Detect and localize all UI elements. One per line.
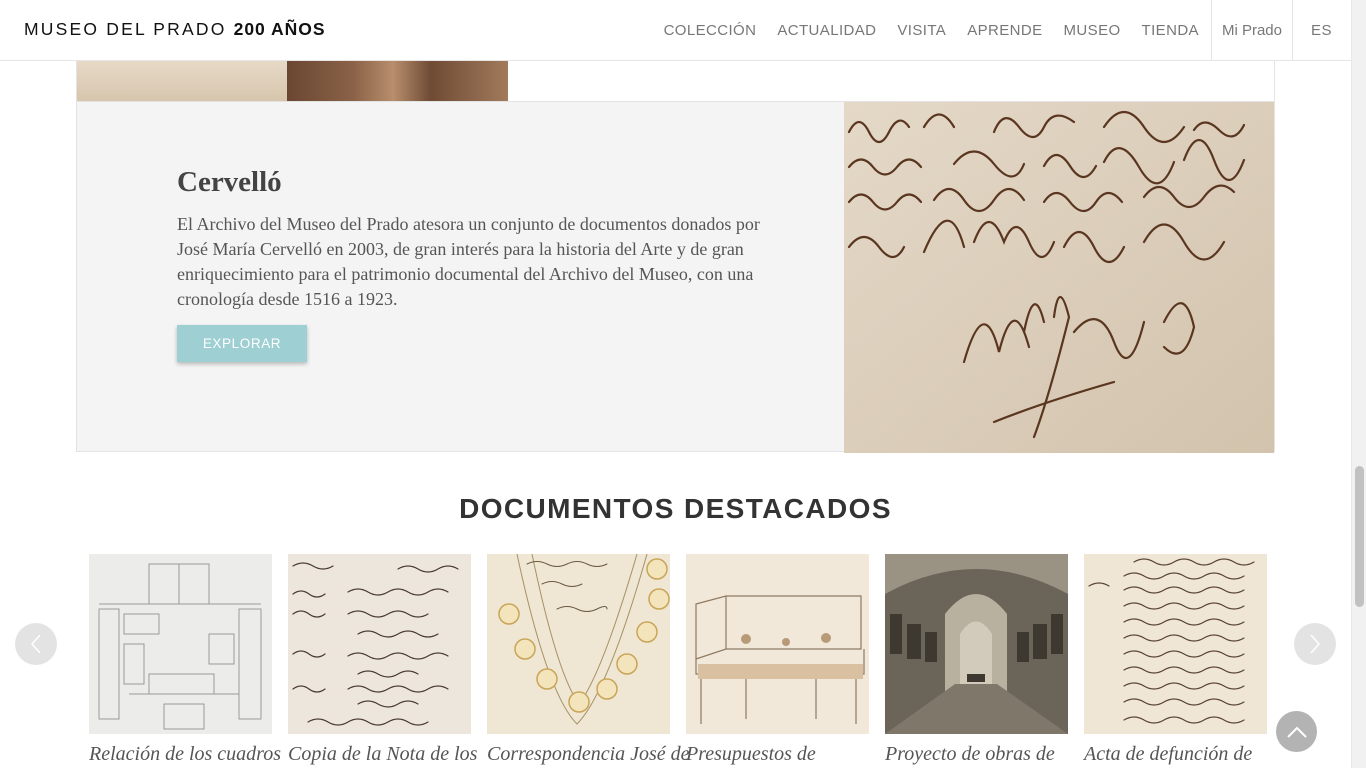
document-thumbnail[interactable] bbox=[288, 554, 471, 734]
site-header: MUSEO DEL PRADO 200 AÑOS COLECCIÓN ACTUA… bbox=[0, 0, 1351, 61]
explore-button[interactable]: EXPLORAR bbox=[177, 325, 307, 362]
site-logo[interactable]: MUSEO DEL PRADO 200 AÑOS bbox=[24, 19, 326, 40]
chevron-up-icon bbox=[1286, 726, 1307, 738]
document-thumbnail[interactable] bbox=[487, 554, 670, 734]
scrollbar-thumb[interactable] bbox=[1355, 466, 1364, 607]
floor-plan-graphic bbox=[89, 554, 272, 734]
language-selector[interactable]: ES bbox=[1291, 0, 1351, 61]
nav-coleccion[interactable]: COLECCIÓN bbox=[664, 22, 757, 39]
cervello-feature: Cervelló El Archivo del Museo del Prado … bbox=[76, 101, 1275, 453]
carousel-next-button[interactable] bbox=[1294, 623, 1336, 665]
logo-main-text: MUSEO DEL PRADO bbox=[24, 19, 227, 39]
page-scrollbar[interactable] bbox=[1351, 0, 1366, 768]
previous-image-2 bbox=[287, 61, 508, 101]
feature-title: Cervelló bbox=[177, 166, 282, 198]
logo-bold-text: 200 AÑOS bbox=[233, 19, 326, 39]
nav-actualidad[interactable]: ACTUALIDAD bbox=[777, 22, 876, 39]
chevron-left-icon bbox=[30, 634, 41, 654]
document-card[interactable]: Copia de la Nota de los bbox=[288, 554, 477, 766]
featured-documents-title: DOCUMENTOS DESTACADOS bbox=[459, 493, 892, 524]
document-title[interactable]: Presupuestos de bbox=[686, 743, 869, 766]
previous-section-images bbox=[76, 61, 1275, 102]
document-thumbnail[interactable] bbox=[1084, 554, 1267, 734]
document-title[interactable]: Copia de la Nota de los bbox=[288, 743, 477, 766]
nav-mi-prado[interactable]: Mi Prado bbox=[1210, 0, 1292, 61]
document-thumbnail[interactable] bbox=[686, 554, 869, 734]
display-case-graphic bbox=[686, 554, 869, 734]
previous-image-1 bbox=[77, 61, 287, 101]
nav-museo[interactable]: MUSEO bbox=[1064, 22, 1121, 39]
main-nav: COLECCIÓN ACTUALIDAD VISITA APRENDE MUSE… bbox=[664, 0, 1351, 61]
document-card[interactable]: Proyecto de obras de bbox=[885, 554, 1068, 766]
document-title[interactable]: Relación de los cuadros bbox=[89, 743, 281, 766]
handwritten-list-graphic bbox=[288, 554, 471, 734]
document-thumbnail[interactable] bbox=[89, 554, 272, 734]
document-title[interactable]: Proyecto de obras de bbox=[885, 743, 1068, 766]
document-title[interactable]: Correspondencia José de bbox=[487, 743, 690, 766]
nav-aprende[interactable]: APRENDE bbox=[967, 22, 1042, 39]
manuscript-graphic bbox=[844, 102, 1274, 453]
family-tree-graphic bbox=[487, 554, 670, 734]
manuscript-image bbox=[844, 102, 1274, 453]
nav-visita[interactable]: VISITA bbox=[897, 22, 946, 39]
document-card[interactable]: Acta de defunción de bbox=[1084, 554, 1267, 766]
document-thumbnail[interactable] bbox=[885, 554, 1068, 734]
chevron-right-icon bbox=[1310, 634, 1321, 654]
document-card[interactable]: Correspondencia José de bbox=[487, 554, 690, 766]
gallery-photo-graphic bbox=[885, 554, 1068, 734]
feature-description: El Archivo del Museo del Prado atesora u… bbox=[177, 214, 760, 309]
back-to-top-button[interactable] bbox=[1276, 711, 1317, 752]
carousel-prev-button[interactable] bbox=[15, 623, 57, 665]
death-certificate-graphic bbox=[1084, 554, 1267, 734]
document-card[interactable]: Presupuestos de bbox=[686, 554, 869, 766]
featured-documents-carousel: Relación de los cuadros Copia de la Nota… bbox=[89, 554, 1267, 768]
nav-tienda[interactable]: TIENDA bbox=[1142, 22, 1199, 39]
document-title[interactable]: Acta de defunción de bbox=[1084, 743, 1267, 766]
document-card[interactable]: Relación de los cuadros bbox=[89, 554, 281, 766]
